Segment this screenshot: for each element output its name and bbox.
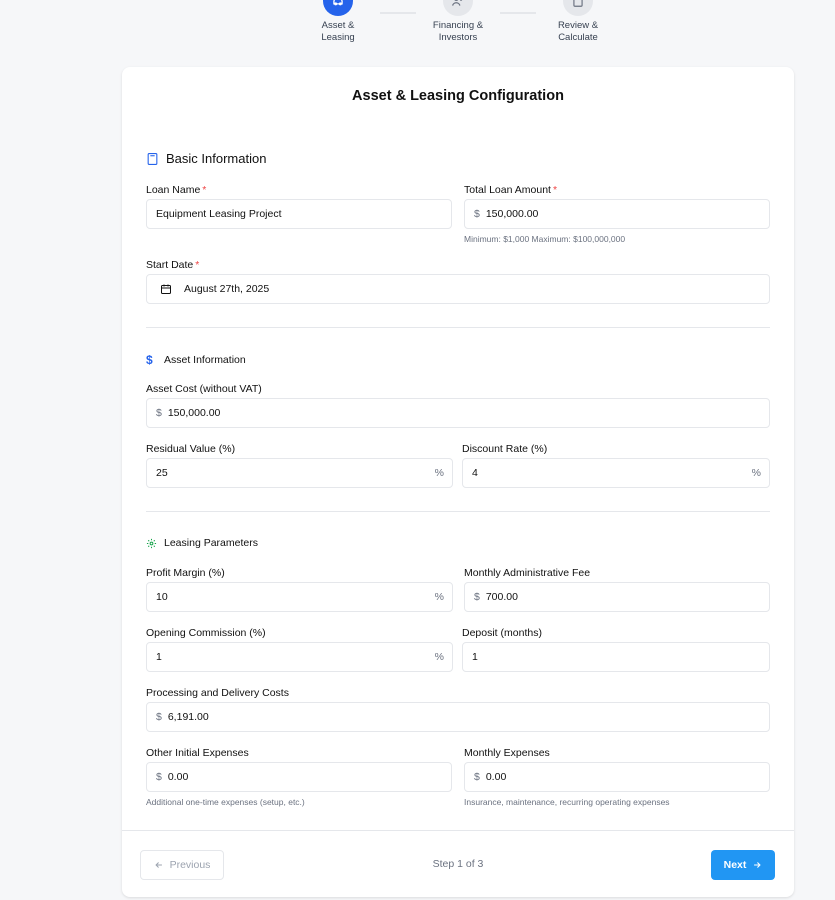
- users-icon: [443, 0, 473, 16]
- total-loan-value: 150,000.00: [485, 208, 539, 220]
- section-title: Basic Information: [166, 151, 267, 166]
- start-date-value: August 27th, 2025: [184, 283, 270, 295]
- admin-fee-label: Monthly Administrative Fee: [464, 567, 591, 579]
- gear-icon: [146, 538, 157, 549]
- loan-name-input[interactable]: Equipment Leasing Project: [146, 199, 452, 229]
- total-loan-label: Total Loan Amount *: [464, 184, 558, 196]
- divider: [146, 327, 770, 328]
- other-initial-input[interactable]: $ 0.00: [146, 762, 452, 792]
- deposit-value: 1: [472, 651, 478, 663]
- progress-stepper: Asset & Leasing Financing & Investors Re…: [0, 0, 835, 60]
- basic-information-heading: Basic Information: [146, 151, 266, 166]
- percent-suffix: %: [434, 467, 444, 479]
- dollar-prefix: $: [474, 208, 480, 220]
- footer-divider: [122, 830, 794, 831]
- profit-margin-input[interactable]: 10 %: [146, 582, 453, 612]
- calculator-icon: [146, 152, 159, 166]
- car-icon: [323, 0, 353, 16]
- discount-rate-label: Discount Rate (%): [462, 443, 548, 455]
- asset-cost-input[interactable]: $ 150,000.00: [146, 398, 770, 428]
- total-loan-hint: Minimum: $1,000 Maximum: $100,000,000: [464, 234, 626, 244]
- dollar-prefix: $: [156, 711, 162, 723]
- asset-cost-value: 150,000.00: [167, 407, 221, 419]
- monthly-expenses-value: 0.00: [485, 771, 507, 783]
- start-date-label: Start Date *: [146, 259, 200, 271]
- residual-value-label: Residual Value (%): [146, 443, 236, 455]
- percent-suffix: %: [434, 651, 444, 663]
- calculator-icon: [563, 0, 593, 16]
- opening-commission-label: Opening Commission (%): [146, 627, 266, 639]
- discount-rate-input[interactable]: 4 %: [462, 458, 770, 488]
- dollar-prefix: $: [474, 771, 480, 783]
- processing-costs-value: 6,191.00: [167, 711, 209, 723]
- configuration-card: Asset & Leasing Configuration Basic Info…: [122, 67, 794, 897]
- next-button[interactable]: Next: [711, 850, 775, 880]
- monthly-expenses-input[interactable]: $ 0.00: [464, 762, 770, 792]
- deposit-input[interactable]: 1: [462, 642, 770, 672]
- residual-value: 25: [156, 467, 168, 479]
- asset-cost-label: Asset Cost (without VAT): [146, 383, 262, 395]
- total-loan-input[interactable]: $ 150,000.00: [464, 199, 770, 229]
- step-connector: [380, 12, 416, 14]
- other-initial-hint: Additional one-time expenses (setup, etc…: [146, 797, 305, 807]
- percent-suffix: %: [434, 591, 444, 603]
- divider: [146, 511, 770, 512]
- monthly-expenses-label: Monthly Expenses: [464, 747, 550, 759]
- admin-fee-input[interactable]: $ 700.00: [464, 582, 770, 612]
- next-label: Next: [723, 859, 747, 871]
- profit-margin-label: Profit Margin (%): [146, 567, 225, 579]
- processing-costs-input[interactable]: $ 6,191.00: [146, 702, 770, 732]
- percent-suffix: %: [751, 467, 761, 479]
- other-initial-label: Other Initial Expenses: [146, 747, 249, 759]
- loan-name-value: Equipment Leasing Project: [156, 208, 282, 220]
- step-connector: [500, 12, 536, 14]
- dollar-prefix: $: [156, 771, 162, 783]
- loan-name-label: Loan Name *: [146, 184, 207, 196]
- page-title: Asset & Leasing Configuration: [352, 88, 564, 104]
- asset-information-heading: $ Asset Information: [146, 353, 246, 367]
- dollar-prefix: $: [156, 407, 162, 419]
- dollar-icon: $: [146, 353, 153, 367]
- residual-value-input[interactable]: 25 %: [146, 458, 453, 488]
- step-indicator: Step 1 of 3: [432, 858, 484, 870]
- processing-costs-label: Processing and Delivery Costs: [146, 687, 289, 699]
- step-label: Review & Calculate: [557, 20, 599, 43]
- section-title: Leasing Parameters: [164, 537, 258, 549]
- discount-rate-value: 4: [472, 467, 478, 479]
- start-date-picker[interactable]: August 27th, 2025: [146, 274, 770, 304]
- opening-commission-value: 1: [156, 651, 162, 663]
- deposit-label: Deposit (months): [462, 627, 542, 639]
- admin-fee-value: 700.00: [485, 591, 518, 603]
- section-title: Asset Information: [164, 354, 246, 366]
- leasing-parameters-heading: Leasing Parameters: [146, 537, 258, 549]
- step-label: Financing & Investors: [432, 20, 484, 43]
- monthly-expenses-hint: Insurance, maintenance, recurring operat…: [464, 797, 670, 807]
- dollar-prefix: $: [474, 591, 480, 603]
- other-initial-value: 0.00: [167, 771, 189, 783]
- arrow-right-icon: [752, 860, 762, 870]
- calendar-icon: [160, 283, 172, 295]
- opening-commission-input[interactable]: 1 %: [146, 642, 453, 672]
- profit-margin-value: 10: [156, 591, 168, 603]
- step-label: Asset & Leasing: [321, 20, 355, 43]
